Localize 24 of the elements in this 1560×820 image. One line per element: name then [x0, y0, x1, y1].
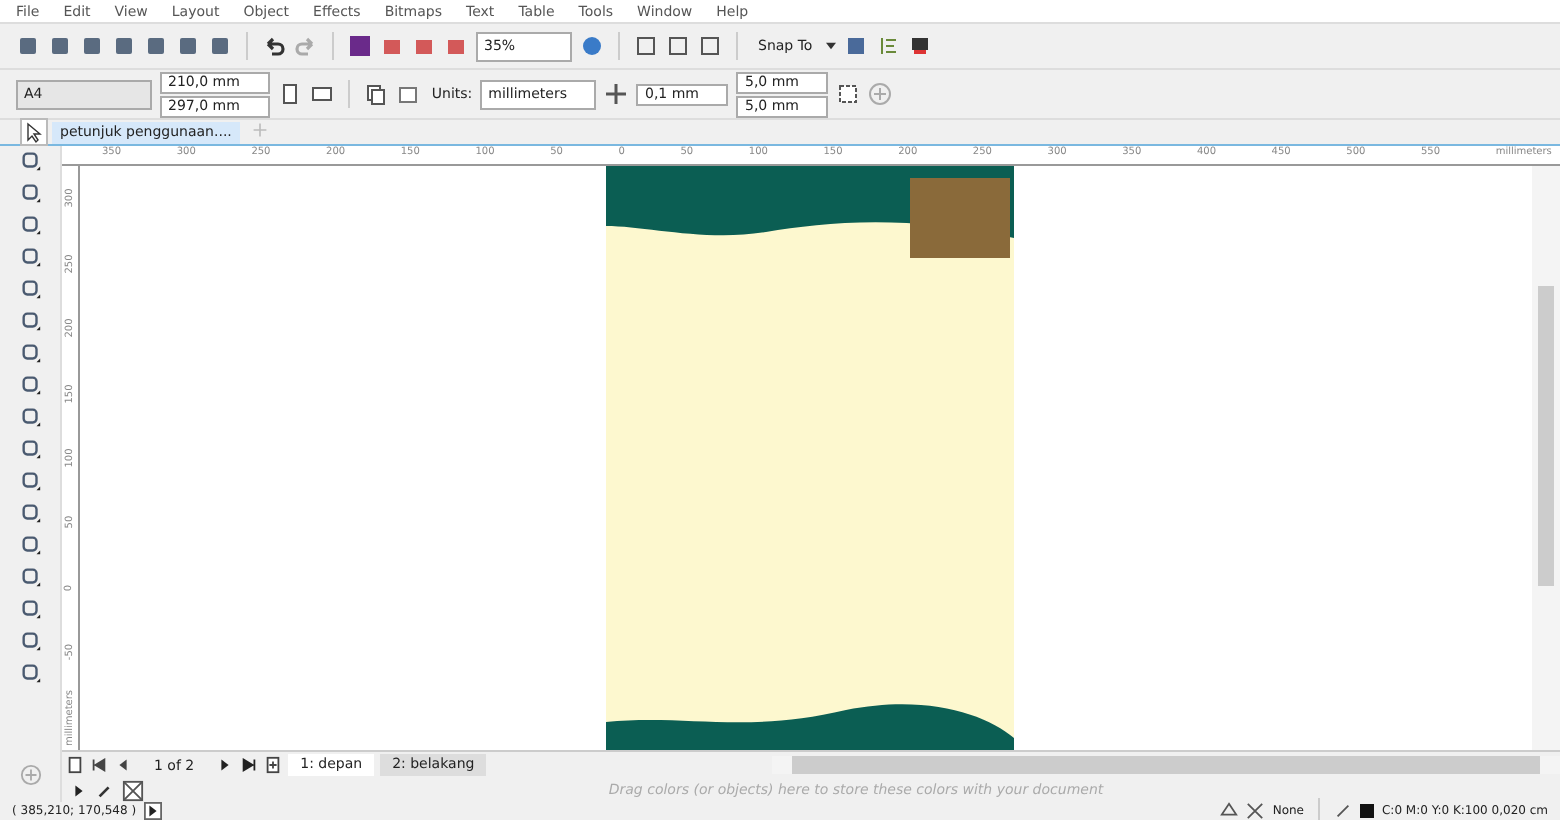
nudge-icon	[604, 82, 629, 106]
vertical-scrollbar[interactable]	[1532, 166, 1560, 750]
landscape-icon[interactable]	[309, 82, 334, 106]
pointer-icon[interactable]	[20, 118, 48, 146]
undo-icon[interactable]	[262, 34, 286, 58]
first-page-icon[interactable]	[90, 756, 108, 774]
bleed-icon[interactable]	[836, 82, 861, 106]
no-fill-icon	[1246, 802, 1265, 820]
all-pages-icon[interactable]	[363, 82, 388, 106]
page-icon[interactable]	[66, 756, 84, 774]
eyedropper-icon[interactable]	[96, 781, 114, 799]
current-page-icon[interactable]	[395, 82, 420, 106]
caret-icon[interactable]	[826, 42, 837, 50]
photo-placeholder	[910, 178, 1010, 258]
outline-swatch	[1359, 804, 1374, 818]
add-page-icon[interactable]	[264, 756, 283, 774]
horizontal-scrollbar[interactable]	[772, 756, 1560, 774]
portrait-icon[interactable]	[277, 82, 302, 106]
previous-page-icon[interactable]	[114, 756, 132, 774]
fill-icon	[1220, 802, 1239, 820]
play-icon[interactable]	[144, 802, 163, 820]
pen-icon	[1333, 802, 1352, 820]
no-color-swatch-icon[interactable]	[122, 779, 144, 801]
last-page-icon[interactable]	[240, 756, 259, 774]
